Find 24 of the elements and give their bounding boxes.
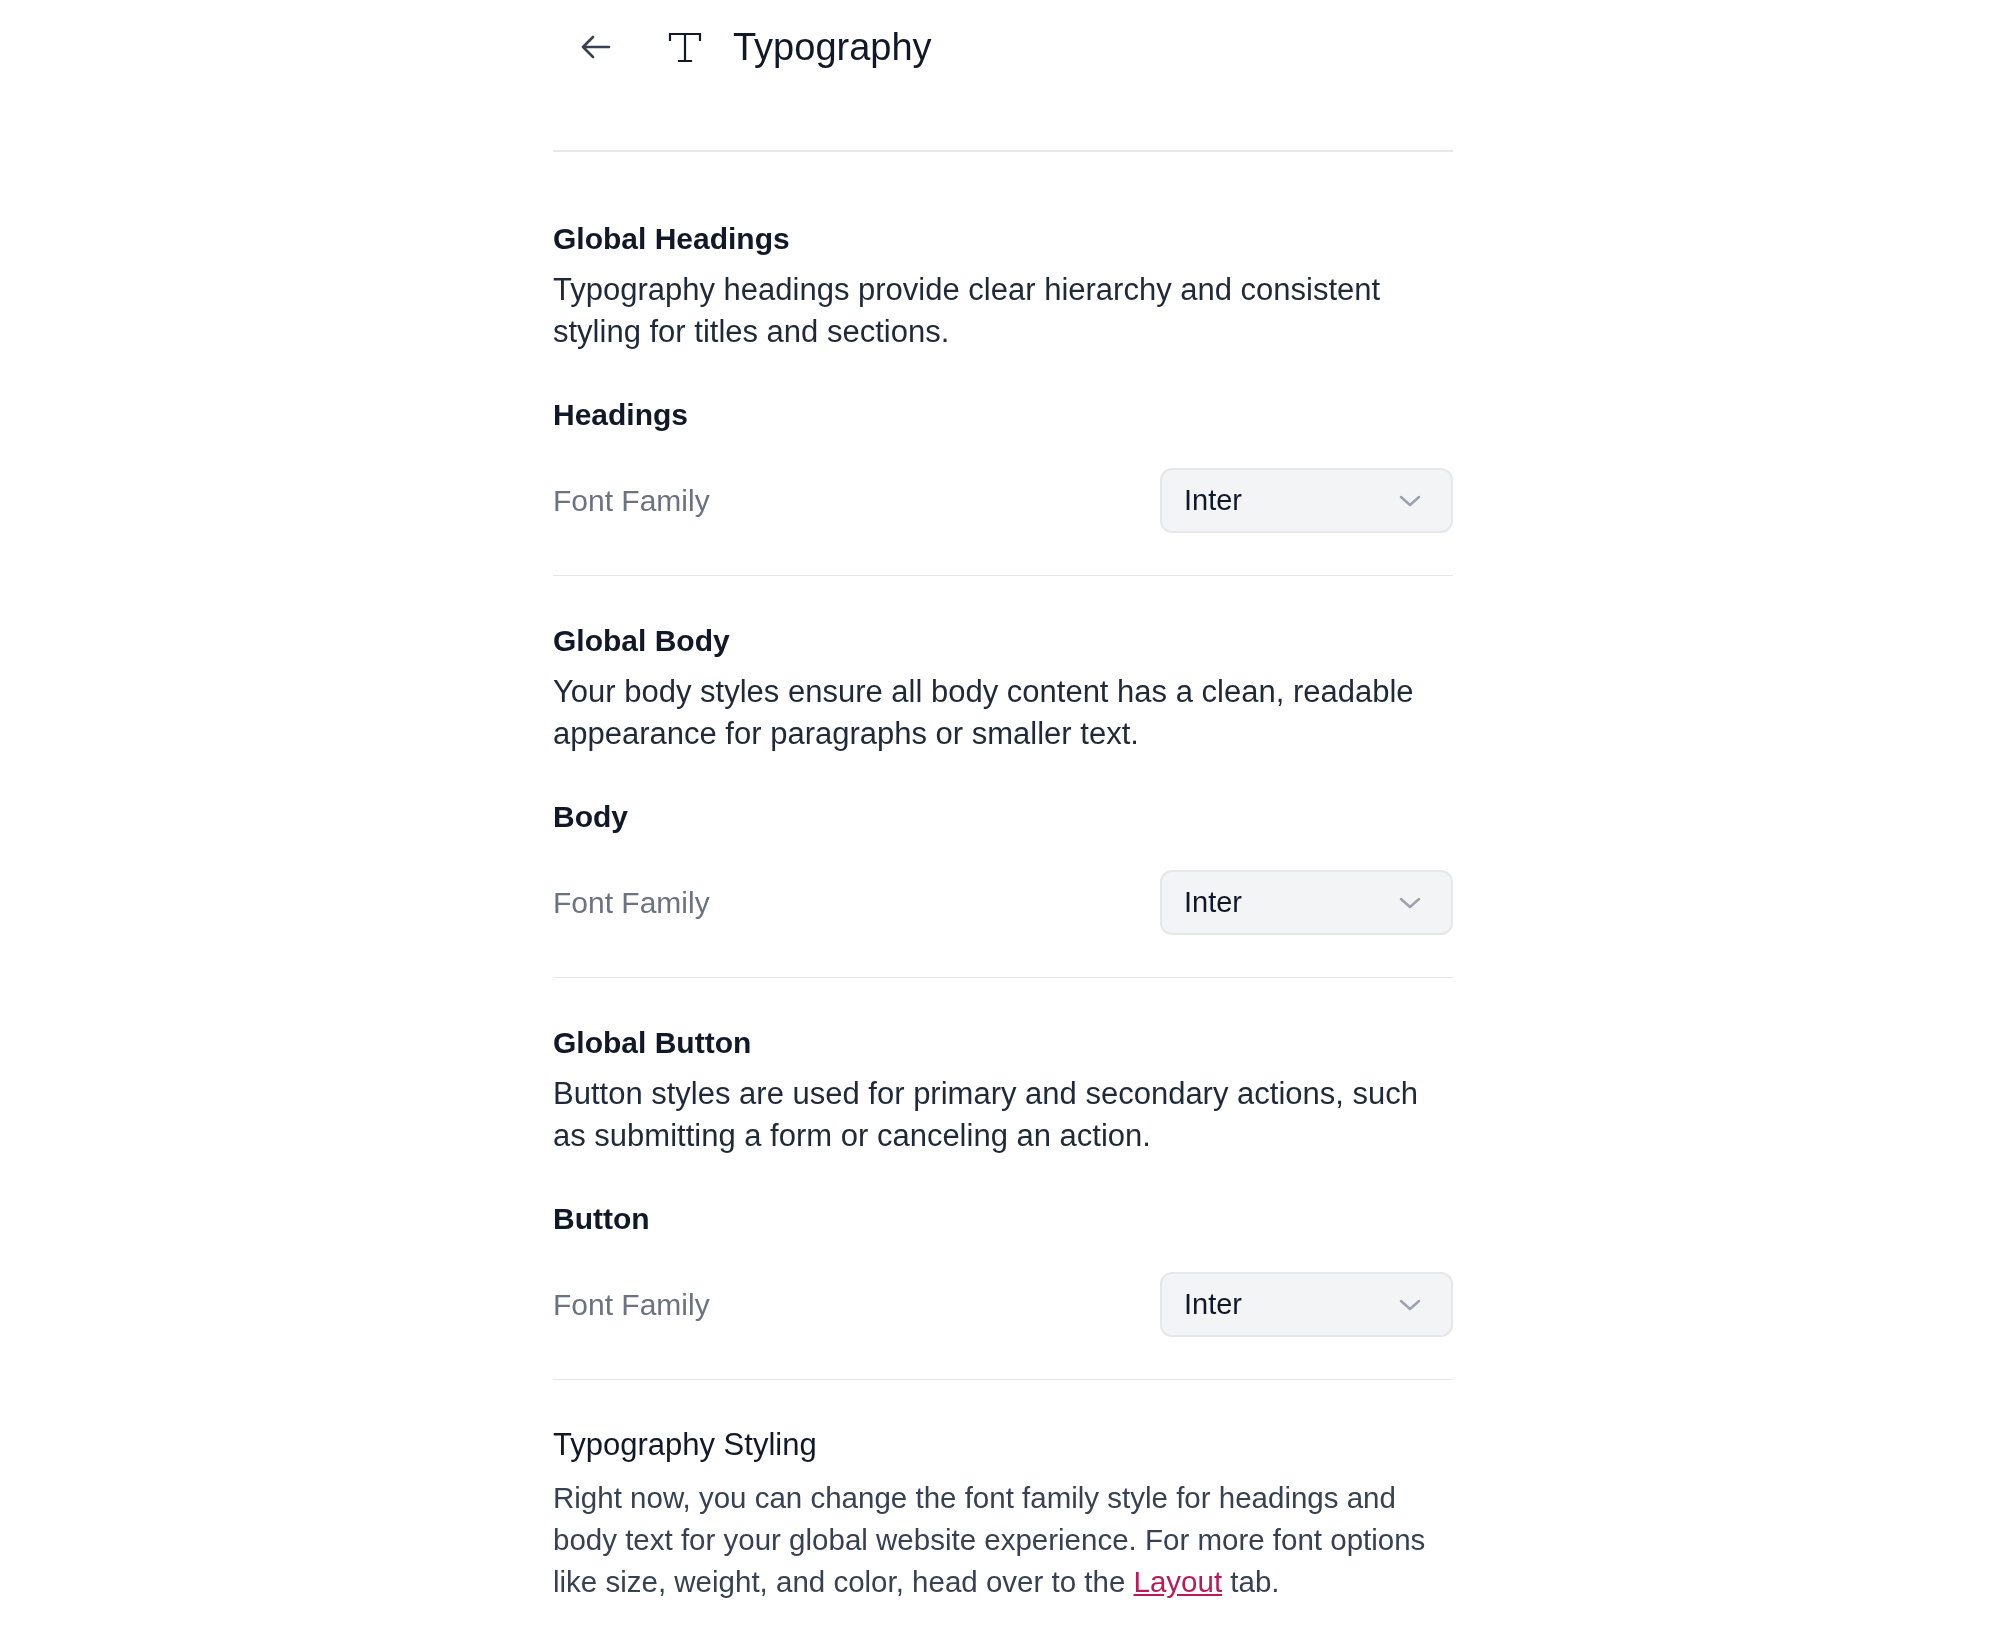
font-family-select[interactable]: Inter <box>1160 1272 1453 1337</box>
subsection-title: Body <box>553 799 628 835</box>
subsection-title: Headings <box>553 397 689 433</box>
arrow-left-icon <box>581 35 611 59</box>
field-label: Font Family <box>553 1286 710 1323</box>
chevron-down-icon <box>1399 896 1421 909</box>
text-type-icon <box>668 31 702 63</box>
section-title: Global Body <box>553 623 730 659</box>
note-title: Typography Styling <box>553 1426 817 1464</box>
subsection-title: Button <box>553 1201 650 1237</box>
section-description: Button styles are used for primary and secondary actions, such as submitting a form or canceling an action. <box>553 1075 1419 1155</box>
section-title: Global Button <box>553 1025 752 1061</box>
section-description: Your body styles ensure all body content has a clean, readable appearance for paragraphs or smaller text. <box>553 673 1415 753</box>
section-title: Global Headings <box>553 221 790 257</box>
font-family-select[interactable]: Inter <box>1160 468 1453 533</box>
note-paragraph: Right now, you can change the font family style for headings and body text for your global website experience. For more font options like size, weight, and color, head over to the Layout tab. <box>553 1480 1427 1600</box>
page-title: Typography <box>733 25 932 70</box>
font-family-select[interactable]: Inter <box>1160 870 1453 935</box>
chevron-down-icon <box>1399 1298 1421 1311</box>
field-label: Font Family <box>553 482 710 519</box>
section-description: Typography headings provide clear hierarchy and consistent styling for titles and sections. <box>553 271 1382 351</box>
chevron-down-icon <box>1399 494 1421 507</box>
field-label: Font Family <box>553 884 710 921</box>
layout-link[interactable]: Layout <box>1133 1565 1223 1598</box>
